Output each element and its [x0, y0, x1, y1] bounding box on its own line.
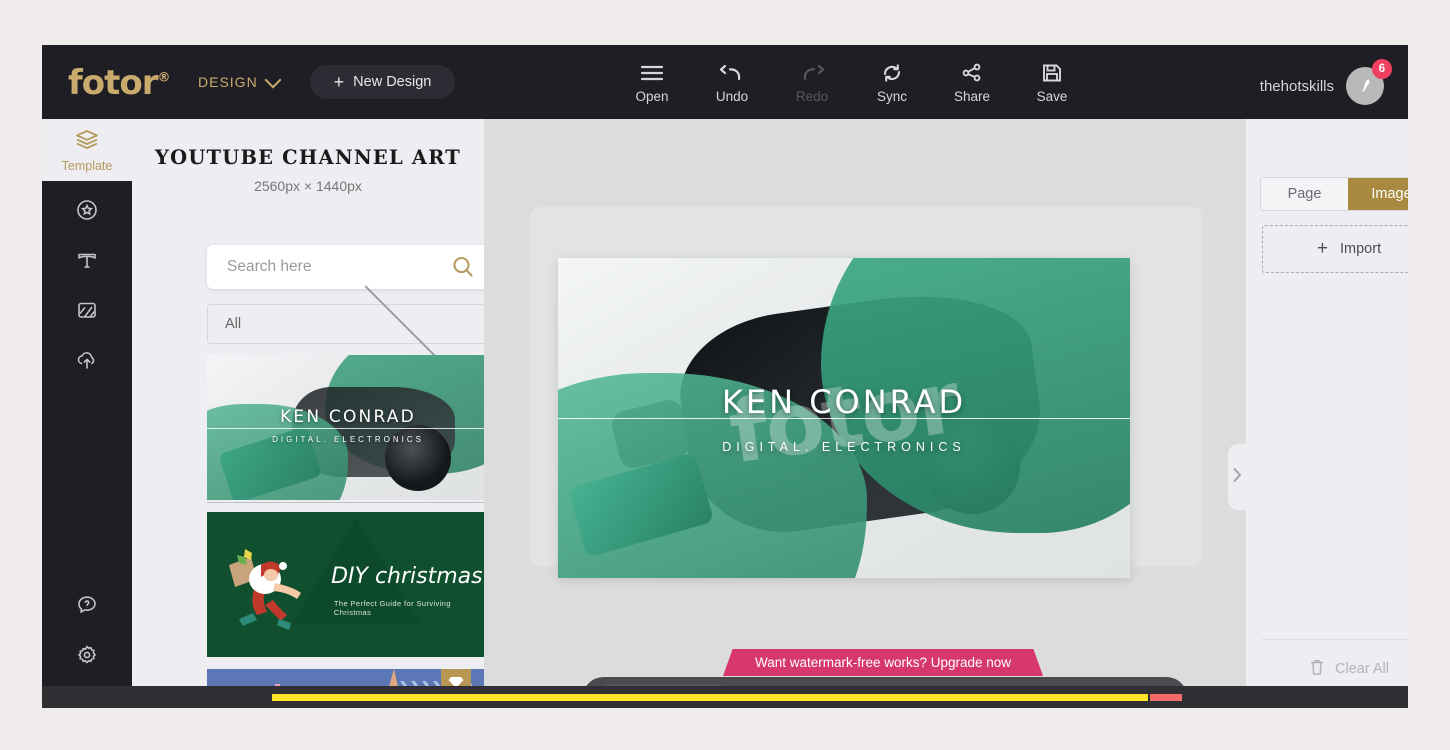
app-header: fotor® DESIGN + New Design Open Undo Red…	[42, 45, 1408, 119]
registered-mark: ®	[157, 70, 171, 86]
search-icon[interactable]	[437, 254, 489, 280]
sync-refresh-icon	[881, 63, 903, 83]
layers-icon	[74, 128, 100, 155]
redo-arrow-icon	[799, 63, 825, 83]
design-canvas[interactable]: fotor KEN CONRAD DIGITAL. ELECTRONICS	[558, 258, 1130, 578]
notification-badge: 6	[1372, 59, 1392, 79]
cloud-upload-icon	[74, 348, 100, 377]
share-button[interactable]: Share	[932, 53, 1012, 104]
search-box[interactable]	[207, 245, 489, 289]
template-thumbnail-list[interactable]: KEN CONRAD DIGITAL. ELECTRONICS DIY chri…	[207, 355, 495, 704]
tab-page-label: Page	[1287, 186, 1322, 202]
undo-label: Undo	[715, 89, 749, 104]
avatar[interactable]: 6	[1346, 59, 1392, 105]
category-filter-select[interactable]: All	[207, 278, 487, 366]
panel-title: YOUTUBE CHANNEL ART	[155, 146, 461, 169]
tab-page[interactable]: Page	[1261, 178, 1348, 210]
santa-illustration	[221, 535, 317, 635]
sidebar-item-template[interactable]: Template	[42, 119, 132, 181]
undo-button[interactable]: Undo	[692, 53, 772, 104]
save-label: Save	[1036, 89, 1068, 104]
user-area[interactable]: thehotskills 6	[1259, 59, 1392, 105]
new-design-label: New Design	[353, 74, 432, 90]
thumbnail-art: DIY christmas The Perfect Guide for Surv…	[207, 512, 489, 657]
design-menu[interactable]: DESIGN	[198, 71, 282, 90]
thumbnail-subtitle: The Perfect Guide for Surviving Christma…	[333, 599, 451, 617]
thumbnail-subtitle: DIGITAL. ELECTRONICS	[272, 434, 424, 444]
divider-line	[207, 427, 489, 429]
left-sidebar: Template	[42, 119, 132, 704]
template-panel: YOUTUBE CHANNEL ART 2560px × 1440px All	[132, 119, 492, 704]
redo-button[interactable]: Redo	[772, 53, 852, 104]
progress-bar-yellow	[272, 694, 1148, 701]
canvas-stage[interactable]: fotor KEN CONRAD DIGITAL. ELECTRONICS	[484, 119, 1246, 704]
open-label: Open	[635, 89, 669, 104]
help-question-icon	[75, 593, 99, 622]
thumbnail-title: DIY christmas	[331, 564, 483, 590]
trash-icon	[1309, 658, 1325, 680]
clear-all-label: Clear All	[1335, 661, 1389, 677]
template-thumbnail-ken-conrad[interactable]: KEN CONRAD DIGITAL. ELECTRONICS	[207, 355, 492, 503]
header-toolbar: Open Undo Redo Sync Share Save	[612, 53, 1092, 104]
save-button[interactable]: Save	[1012, 53, 1092, 104]
sticker-badge-icon	[75, 198, 99, 227]
sync-label: Sync	[876, 89, 907, 104]
import-label: Import	[1340, 241, 1382, 257]
plus-icon: +	[333, 72, 345, 92]
search-input[interactable]	[225, 245, 437, 289]
fotor-logo[interactable]: fotor®	[68, 63, 171, 103]
hamburger-menu-icon	[639, 63, 665, 83]
chevron-right-icon	[1232, 467, 1242, 488]
plus-icon: +	[1316, 238, 1328, 259]
right-panel: Page Image + Import Clear All	[1246, 119, 1408, 704]
logo-text: fotor	[68, 63, 159, 103]
template-thumbnail-diy-christmas[interactable]: DIY christmas The Perfect Guide for Surv…	[207, 512, 489, 657]
panel-divider	[1262, 639, 1408, 640]
panel-dimensions: 2560px × 1440px	[254, 178, 362, 194]
undo-arrow-icon	[719, 63, 745, 83]
floppy-disk-icon	[1041, 63, 1063, 83]
sidebar-item-template-label: Template	[61, 158, 113, 173]
help-button[interactable]	[42, 582, 132, 632]
panel-collapse-handle[interactable]	[1228, 444, 1246, 510]
share-label: Share	[953, 89, 991, 104]
sidebar-bottom-icons	[42, 582, 132, 682]
tab-image[interactable]: Image	[1348, 178, 1408, 210]
fotor-editor-window: fotor® DESIGN + New Design Open Undo Red…	[42, 45, 1408, 704]
chevron-down-icon	[264, 71, 282, 88]
upgrade-banner[interactable]: Want watermark-free works? Upgrade now	[723, 649, 1043, 676]
bird-avatar-icon	[1362, 79, 1370, 93]
redo-label: Redo	[795, 89, 829, 104]
design-menu-label: DESIGN	[198, 74, 258, 90]
clear-all-button[interactable]: Clear All	[1262, 654, 1408, 684]
tab-image-label: Image	[1371, 186, 1408, 202]
background-pattern-icon	[75, 298, 99, 327]
sidebar-item-sticker[interactable]	[42, 187, 132, 237]
sidebar-item-text[interactable]	[42, 237, 132, 287]
page-image-tabs: Page Image	[1260, 177, 1408, 211]
sidebar-item-background[interactable]	[42, 287, 132, 337]
sidebar-icon-list	[42, 181, 132, 387]
import-button[interactable]: + Import	[1262, 225, 1408, 273]
chevron-down-icon	[364, 278, 452, 366]
sidebar-item-upload[interactable]	[42, 337, 132, 387]
canvas-title-text[interactable]: KEN CONRAD	[558, 383, 1130, 421]
share-node-icon	[961, 63, 983, 83]
canvas-subtitle-text[interactable]: DIGITAL. ELECTRONICS	[558, 440, 1130, 454]
username-label: thehotskills	[1259, 77, 1334, 95]
progress-bar-red-segment	[1150, 694, 1182, 701]
open-button[interactable]: Open	[612, 53, 692, 104]
thumbnail-art: KEN CONRAD DIGITAL. ELECTRONICS	[207, 355, 489, 500]
text-t-icon	[75, 248, 99, 277]
upgrade-banner-text: Want watermark-free works? Upgrade now	[754, 655, 1012, 670]
thumbnail-title: KEN CONRAD	[280, 407, 416, 428]
settings-gear-icon	[75, 643, 99, 672]
category-filter-value: All	[225, 316, 242, 332]
sync-button[interactable]: Sync	[852, 53, 932, 104]
new-design-button[interactable]: + New Design	[310, 65, 455, 99]
settings-button[interactable]	[42, 632, 132, 682]
